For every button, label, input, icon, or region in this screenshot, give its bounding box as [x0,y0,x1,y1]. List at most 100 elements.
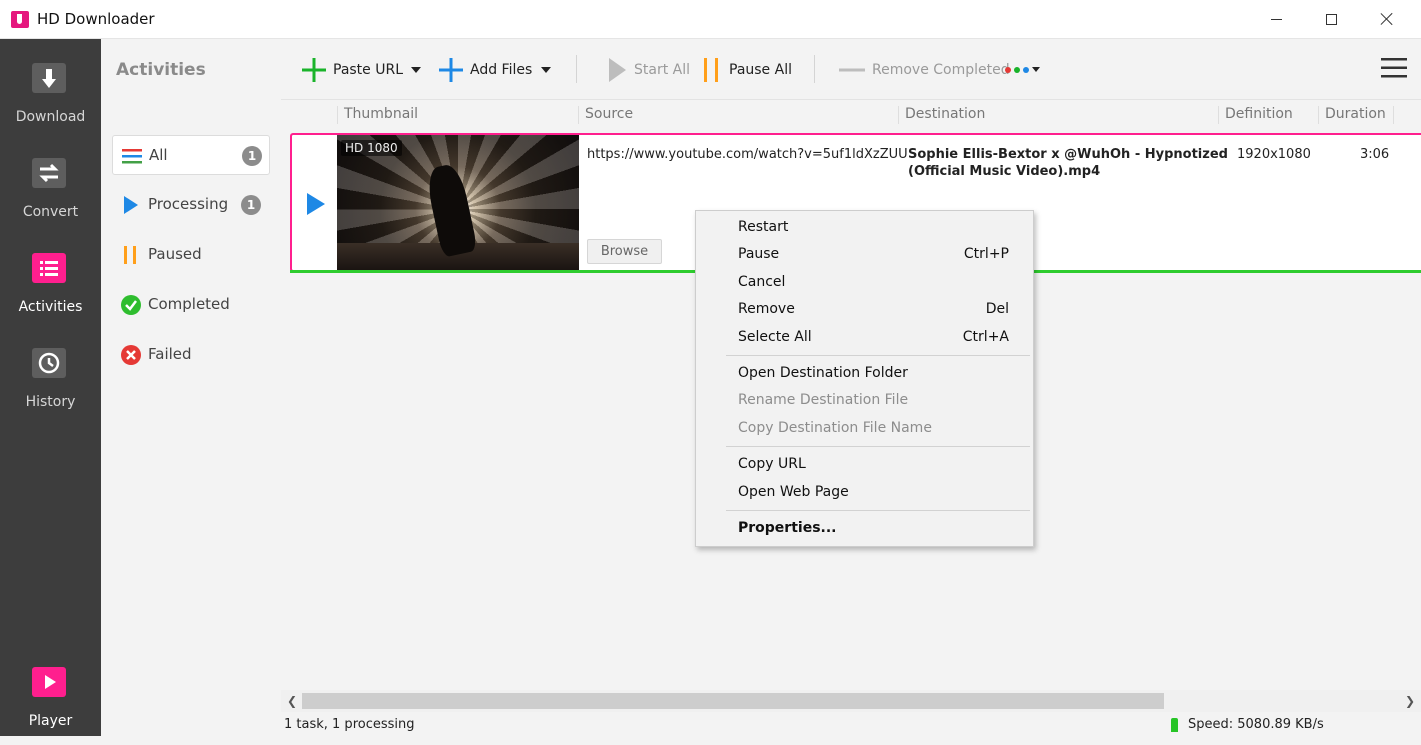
menu-item-properties[interactable]: Properties... [696,515,1033,542]
menu-separator [726,510,1030,511]
start-all-button[interactable]: Start All [606,57,690,83]
panel-title: Activities [116,60,206,80]
nav-download-label: Download [15,109,86,125]
menu-item-open-destination-folder[interactable]: Open Destination Folder [696,360,1033,387]
nav-player-label: Player [28,713,73,729]
menu-item-copy-destination-file-name: Copy Destination File Name [738,420,932,436]
table-header: Thumbnail Source Destination Definition … [281,99,1421,129]
horizontal-scrollbar[interactable]: ❮ ❯ [281,690,1421,712]
filter-all[interactable]: All 1 [112,135,270,175]
remove-completed-button[interactable]: Remove Completed [838,57,1010,83]
activities-icon [32,253,66,283]
speed-value: Speed: 5080.89 KB/s [1188,717,1324,732]
filter-processing-count: 1 [241,195,261,215]
menu-item-select-all[interactable]: Selecte All Ctrl+A [696,324,1033,351]
paste-url-label: Paste URL [333,62,404,78]
status-tasks: 1 task, 1 processing [284,717,415,732]
column-divider [1393,106,1400,124]
scroll-right-icon[interactable]: ❯ [1403,694,1417,708]
column-destination[interactable]: Destination [898,106,985,124]
filter-all-count: 1 [242,146,262,166]
filter-processing-label: Processing [148,195,229,213]
filter-failed[interactable]: Failed [112,335,270,375]
nav-convert[interactable]: Convert [0,150,101,236]
menu-separator [726,446,1030,447]
pause-icon [124,246,136,264]
destination-filename: Sophie Ellis-Bextor x @WuhOh - Hypnotize… [908,147,1228,179]
definition-value: 1920x1080 [1237,147,1311,162]
pause-all-label: Pause All [729,62,792,78]
pause-icon [704,58,718,82]
menu-item-copy-url[interactable]: Copy URL [696,451,1033,478]
paste-url-dropdown[interactable] [411,57,421,83]
color-dots-icon [1005,67,1040,73]
list-icon [122,149,142,164]
minimize-button[interactable] [1253,0,1299,38]
menu-item-pause[interactable]: Pause Ctrl+P [696,241,1033,268]
context-menu: Restart Pause Ctrl+P Cancel Remove Del Sel… [695,210,1034,547]
play-icon [609,58,626,82]
download-icon [32,63,66,93]
column-source[interactable]: Source [578,106,633,124]
toolbar: Paste URL Add Files Start All Pause All … [281,39,1421,99]
nav-activities[interactable]: Activities [0,245,101,331]
toolbar-divider [814,55,815,83]
filter-panel: Activities All 1 Processing 1 Paused Com… [101,39,281,736]
play-icon [124,196,138,214]
player-icon [32,667,66,697]
nav-convert-label: Convert [22,204,79,220]
hd-badge: HD 1080 [341,140,402,156]
nav-history[interactable]: History [0,340,101,426]
browse-button[interactable]: Browse [587,239,662,264]
close-icon [1380,12,1394,26]
column-duration[interactable]: Duration [1318,106,1386,124]
filter-paused[interactable]: Paused [112,235,270,275]
close-button[interactable] [1364,0,1410,38]
duration-value: 3:06 [1360,147,1390,162]
toolbar-divider [576,55,577,83]
add-files-label: Add Files [470,62,533,78]
menu-separator [726,355,1030,356]
filter-failed-label: Failed [148,345,192,363]
menu-item-open-web-page[interactable]: Open Web Page [696,479,1033,506]
source-url: https://www.youtube.com/watch?v=5uf1ldXz… [587,147,908,162]
color-options-button[interactable] [1004,57,1048,83]
remove-completed-label: Remove Completed [872,62,1010,78]
menu-item-remove[interactable]: Remove Del [696,296,1033,323]
filter-completed[interactable]: Completed [112,285,270,325]
play-icon[interactable] [307,193,325,215]
nav-activities-label: Activities [18,299,83,315]
menu-item-rename-destination-file: Rename Destination File [738,392,909,408]
menu-item-cancel[interactable]: Cancel [696,269,1033,296]
hamburger-icon [1381,58,1407,78]
nav-download[interactable]: Download [0,55,101,141]
chevron-down-icon [541,67,551,73]
menu-item-restart[interactable]: Restart [696,214,1033,241]
add-files-dropdown[interactable] [541,57,551,83]
maximize-button[interactable] [1308,0,1354,38]
paste-url-button[interactable]: Paste URL [301,57,403,83]
left-nav: Download Convert Activities History Play… [0,39,101,736]
menu-button[interactable] [1381,55,1407,81]
plus-icon [302,58,326,82]
error-circle-icon [121,345,141,365]
filter-processing[interactable]: Processing 1 [112,185,270,225]
title-bar: HD Downloader [0,0,1421,39]
add-files-button[interactable]: Add Files [438,57,532,83]
history-icon [32,348,66,378]
speed-icon [1171,717,1178,732]
minimize-icon [1270,18,1282,20]
pause-all-button[interactable]: Pause All [701,57,792,83]
filter-completed-label: Completed [148,295,230,313]
scroll-left-icon[interactable]: ❮ [285,694,299,708]
column-definition[interactable]: Definition [1218,106,1293,124]
start-all-label: Start All [634,62,691,78]
plus-icon [439,58,463,82]
column-thumbnail[interactable]: Thumbnail [337,106,418,124]
filter-all-label: All [149,146,168,164]
chevron-down-icon [411,67,421,73]
video-thumbnail: HD 1080 [337,135,579,270]
scrollbar-thumb[interactable] [302,693,1164,709]
nav-player[interactable]: Player [0,659,101,745]
check-circle-icon [121,295,141,315]
